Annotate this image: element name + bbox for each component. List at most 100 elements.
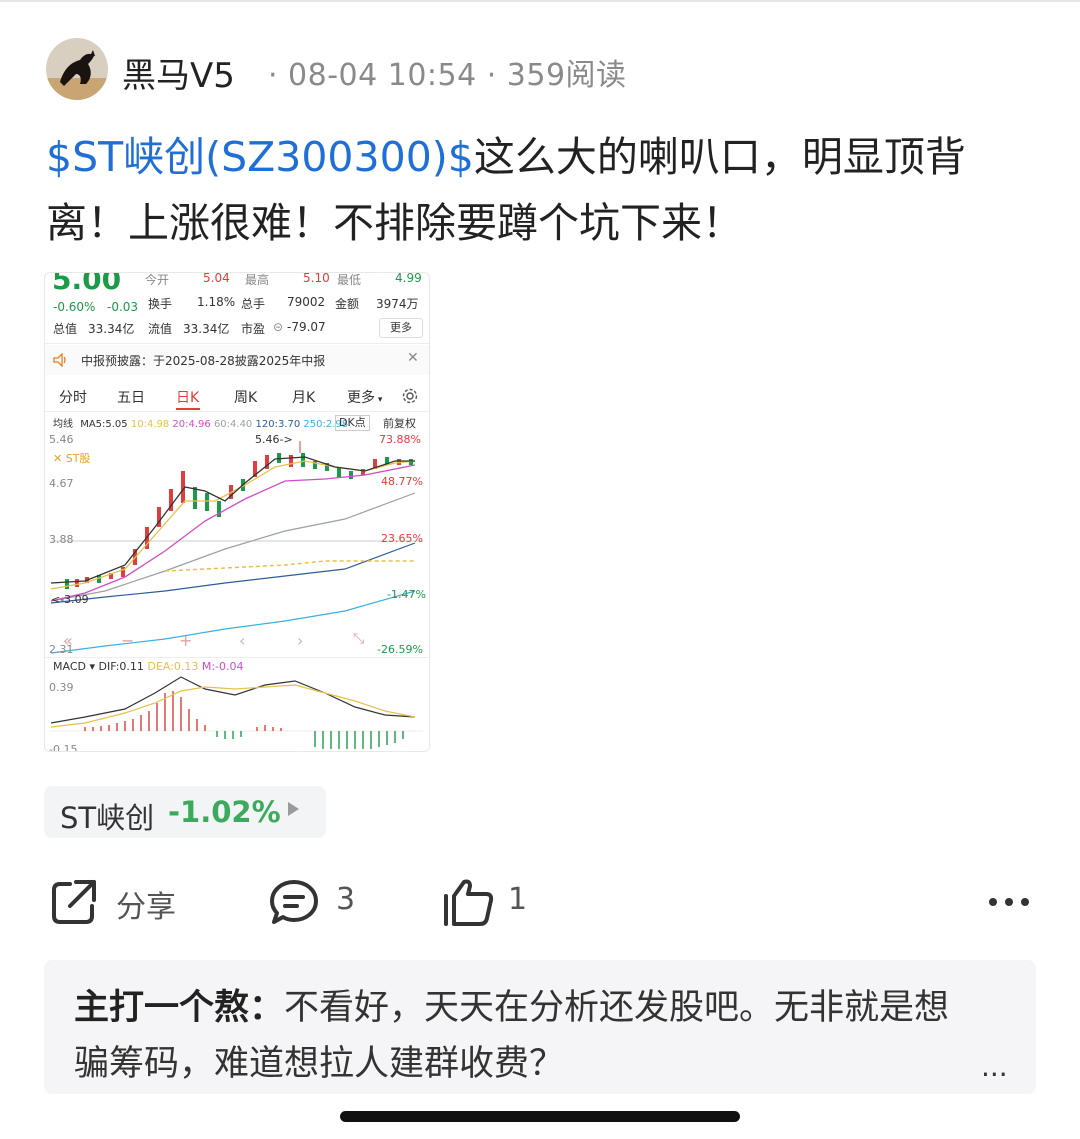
float-value: 33.34亿 — [183, 322, 230, 336]
more-quote-button[interactable]: 更多 — [379, 318, 423, 338]
pct-label-4: -1.47% — [387, 588, 426, 601]
pe-value: -79.07 — [287, 320, 326, 334]
like-count: 1 — [508, 882, 528, 917]
stock-chip[interactable]: ST峡创 -1.02% — [44, 786, 326, 838]
scroll-right-icon[interactable]: › — [297, 631, 303, 650]
comment-more[interactable]: ... — [981, 1050, 1008, 1083]
open-value: 5.04 — [203, 272, 230, 285]
turnover-label: 换手 — [148, 297, 173, 311]
low-annotation: <-3.09 — [51, 593, 89, 606]
open-label: 今开 — [145, 273, 170, 287]
author-name[interactable]: 黑马V5 — [122, 48, 235, 97]
comment-author[interactable]: 主打一个熬： — [74, 988, 284, 1028]
macd-chart — [50, 676, 423, 749]
close-icon[interactable]: ✕ — [407, 350, 419, 366]
comment-preview[interactable]: 主打一个熬：不看好，天天在分析还发股吧。无非就是想骗筹码，难道想拉人建群收费？ … — [44, 960, 1036, 1094]
macd-dif-line — [50, 676, 416, 724]
pct-label-1: 73.88% — [379, 433, 421, 446]
chart-image[interactable]: 5.00 今开 5.04 最高 5.10 最低 4.99 -0.60% -0.0… — [44, 272, 430, 752]
mktcap-label: 总值 — [53, 322, 78, 336]
macd-dea-line — [50, 684, 416, 728]
volume-value: 79002 — [287, 295, 326, 309]
st-badge: ✕ ST股 — [53, 450, 90, 466]
quote-price: 5.00 — [52, 272, 122, 296]
zoom-in-icon[interactable]: + — [179, 631, 192, 650]
tab-weekly-k[interactable]: 周K — [234, 387, 257, 407]
read-count: 359阅读 — [506, 58, 627, 93]
share-button[interactable]: 分享 — [48, 876, 198, 928]
share-label: 分享 — [116, 890, 176, 925]
amount-label: 金额 — [335, 297, 360, 311]
y-label-top: 5.46 — [49, 433, 74, 446]
volume-label: 总手 — [241, 297, 266, 311]
zoom-first-icon[interactable]: « — [63, 631, 73, 650]
y-label-3: 3.88 — [49, 533, 74, 546]
ma5-value: MA5:5.05 — [80, 419, 128, 430]
macd-label: MACD — [53, 660, 86, 673]
caret-down-icon: ▾ — [375, 395, 383, 405]
macd-legend: MACD ▾ DIF:0.11 DEA:0.13 M:-0.04 — [53, 660, 244, 673]
pct-label-2: 48.77% — [381, 475, 423, 488]
high-value: 5.10 — [303, 272, 330, 285]
turnover-value: 1.18% — [197, 295, 236, 309]
meta-dot: · — [268, 58, 279, 93]
ma60-value: 60:4.40 — [213, 419, 253, 430]
zoom-out-icon[interactable]: − — [121, 631, 134, 650]
comment-count: 3 — [336, 882, 356, 917]
high-annotation: 5.46-> — [255, 433, 293, 446]
tab-daily-k[interactable]: 日K — [176, 387, 199, 407]
dk-point-button[interactable]: DK点 — [335, 415, 370, 431]
change-pct: -0.60% — [53, 300, 96, 314]
tab-more[interactable]: 更多 ▾ — [347, 387, 382, 407]
share-icon — [52, 880, 96, 924]
post-body: $ST峡创(SZ300300)$这么大的喇叭口，明显顶背离！上涨很难！不排除要蹲… — [46, 124, 1036, 256]
home-indicator[interactable] — [340, 1111, 740, 1122]
macd-dif: DIF:0.11 — [98, 660, 144, 673]
tab-intraday[interactable]: 分时 — [59, 387, 87, 407]
card-divider — [45, 411, 429, 412]
speaker-icon — [53, 353, 66, 367]
more-options-icon[interactable] — [988, 896, 1030, 908]
change-amt: -0.03 — [107, 300, 139, 314]
settings-icon[interactable] — [401, 387, 419, 405]
macd-green-bars — [216, 731, 404, 749]
author-avatar[interactable] — [46, 38, 108, 100]
active-tab-indicator — [176, 408, 200, 410]
like-button[interactable]: 1 — [440, 876, 540, 928]
chip-stock-name: ST峡创 — [60, 801, 155, 835]
tab-more-label: 更多 — [347, 390, 375, 406]
play-arrow-icon — [288, 802, 299, 816]
ma120-value: 120:3.70 — [255, 419, 301, 430]
stock-link[interactable]: $ST峡创(SZ300300)$ — [46, 133, 474, 181]
scroll-left-icon[interactable]: ‹ — [239, 631, 245, 650]
macd-m: M:-0.04 — [201, 660, 244, 673]
ma-legend: 均线 MA5:5.05 10:4.98 20:4.96 60:4.40 120:… — [53, 415, 348, 430]
pct-label-5: -26.59% — [377, 643, 423, 656]
top-divider — [0, 0, 1080, 2]
notice-text: 中报预披露：于2025-08-28披露2025年中报 — [81, 354, 326, 368]
chip-change: -1.02% — [168, 795, 281, 829]
notice-bar[interactable]: 中报预披露：于2025-08-28披露2025年中报 ✕ — [45, 345, 429, 375]
st-badge-icon: ✕ — [53, 452, 66, 465]
comment-text-block: 主打一个熬：不看好，天天在分析还发股吧。无非就是想骗筹码，难道想拉人建群收费？ — [74, 980, 974, 1092]
tab-5day[interactable]: 五日 — [117, 387, 145, 407]
post-time: 08-04 10:54 — [288, 58, 477, 93]
card-divider — [45, 657, 429, 658]
comment-button[interactable]: 3 — [268, 876, 378, 928]
pe-label: 市盈 — [241, 322, 266, 336]
meta-dot: · — [486, 58, 497, 93]
caret-down-icon: ▾ — [85, 660, 99, 673]
adjust-button[interactable]: 前复权 — [383, 415, 416, 431]
thumbs-up-icon — [444, 879, 494, 926]
y-label-2: 4.67 — [49, 477, 74, 490]
expand-icon[interactable]: ⤡ — [353, 631, 364, 647]
macd-dea: DEA:0.13 — [147, 660, 199, 673]
tab-monthly-k[interactable]: 月K — [292, 387, 315, 407]
info-icon: ⊝ — [273, 320, 284, 334]
kline-chart[interactable] — [45, 431, 429, 661]
ma-label: 均线 — [53, 419, 73, 430]
comment-icon — [270, 880, 318, 924]
dashed-line — [164, 560, 415, 572]
high-label: 最高 — [245, 273, 270, 287]
mktcap-value: 33.34亿 — [88, 322, 135, 336]
